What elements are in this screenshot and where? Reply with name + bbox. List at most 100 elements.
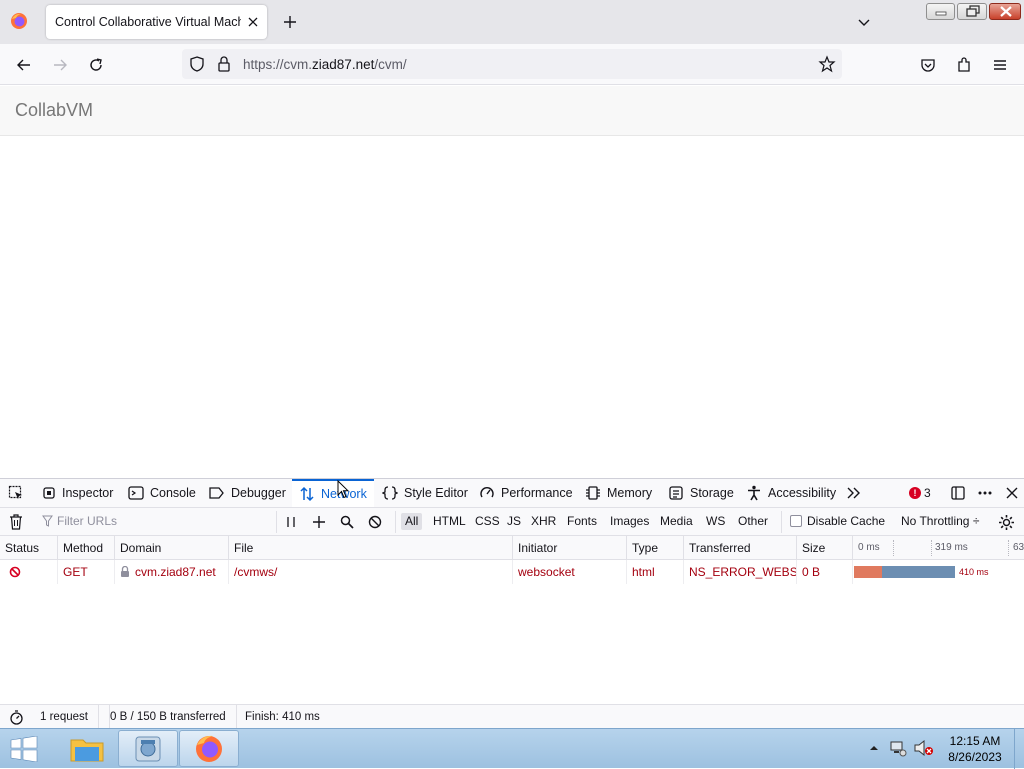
tab-console[interactable]: Console — [128, 479, 196, 507]
network-status-bar: 1 request 0 B / 150 B transferred Finish… — [0, 704, 1024, 729]
hamburger-menu-icon[interactable] — [991, 56, 1009, 74]
url-bar[interactable]: https://cvm.ziad87.net/cvm/ — [182, 49, 842, 79]
restore-window-button[interactable] — [957, 3, 987, 20]
request-table-header: Status Method Domain File Initiator Type… — [0, 536, 1024, 560]
filter-js-button[interactable]: JS — [503, 513, 525, 530]
page-navbar: CollabVM — [0, 86, 1024, 136]
devtools-panel: Inspector Console Debugger Network Style… — [0, 478, 1024, 729]
column-header-domain[interactable]: Domain — [115, 536, 229, 560]
forward-arrow-icon[interactable] — [51, 56, 69, 74]
column-header-method[interactable]: Method — [58, 536, 115, 560]
network-tray-icon[interactable] — [889, 739, 907, 757]
show-hidden-icons-icon[interactable] — [868, 743, 880, 753]
list-all-tabs-icon[interactable] — [856, 14, 872, 30]
column-header-file[interactable]: File — [229, 536, 513, 560]
error-count-badge[interactable]: ! 3 — [909, 486, 931, 500]
filter-images-button[interactable]: Images — [606, 513, 653, 530]
minimize-window-button[interactable] — [926, 3, 955, 20]
reload-icon[interactable] — [87, 56, 105, 74]
show-desktop-button[interactable] — [1014, 729, 1024, 769]
pocket-icon[interactable] — [919, 56, 937, 74]
column-header-status[interactable]: Status — [0, 536, 58, 560]
column-header-initiator[interactable]: Initiator — [513, 536, 627, 560]
request-size: 0 B — [797, 560, 853, 584]
dock-toggle-icon[interactable] — [950, 485, 966, 501]
tab-performance[interactable]: Performance — [479, 479, 573, 507]
extensions-icon[interactable] — [955, 56, 973, 74]
search-icon[interactable] — [340, 515, 354, 529]
taskbar-control-panel[interactable] — [118, 730, 178, 767]
timeline-gridline — [893, 540, 894, 556]
network-settings-gear-icon[interactable] — [998, 514, 1015, 531]
element-picker-icon[interactable] — [8, 485, 24, 501]
block-requests-icon[interactable] — [368, 515, 382, 529]
tracking-protection-shield-icon[interactable] — [188, 55, 206, 73]
performance-analysis-stopwatch-icon[interactable] — [9, 710, 24, 725]
filter-html-button[interactable]: HTML — [429, 513, 470, 530]
more-options-icon[interactable] — [977, 485, 993, 501]
bookmark-star-icon[interactable] — [818, 55, 836, 73]
tab-network[interactable]: Network — [292, 479, 374, 507]
taskbar-clock[interactable]: 12:15 AM 8/26/2023 — [940, 733, 1010, 765]
tab-close-icon[interactable] — [245, 14, 261, 30]
windows-taskbar: 12:15 AM 8/26/2023 — [0, 728, 1024, 769]
timeline-gridline — [1008, 540, 1009, 556]
filter-media-button[interactable]: Media — [656, 513, 697, 530]
volume-muted-icon[interactable] — [913, 739, 935, 757]
tab-memory[interactable]: Memory — [585, 479, 652, 507]
tab-memory-label: Memory — [607, 486, 653, 500]
filter-fonts-button[interactable]: Fonts — [563, 513, 601, 530]
filter-ws-button[interactable]: WS — [702, 513, 729, 530]
new-tab-icon[interactable] — [281, 13, 299, 31]
throttling-select[interactable]: No Throttling ÷ — [901, 514, 979, 528]
brand-title[interactable]: CollabVM — [15, 100, 93, 121]
filter-css-button[interactable]: CSS — [471, 513, 504, 530]
request-initiator[interactable]: websocket — [513, 560, 627, 584]
table-row[interactable]: GET cvm.ziad87.net /cvmws/ websocket htm… — [0, 560, 1024, 584]
request-timing: 410 ms — [959, 567, 989, 577]
memory-icon — [586, 486, 600, 500]
request-type: html — [627, 560, 684, 584]
close-devtools-icon[interactable] — [1004, 485, 1020, 501]
console-icon — [128, 486, 144, 500]
tab-storage-label: Storage — [690, 486, 734, 500]
devtools-tab-bar: Inspector Console Debugger Network Style… — [0, 479, 1024, 508]
close-window-button[interactable] — [989, 3, 1021, 20]
toolbar-divider — [395, 511, 396, 533]
tab-storage[interactable]: Storage — [668, 479, 734, 507]
request-domain-cell: cvm.ziad87.net — [115, 560, 229, 584]
tab-inspector[interactable]: Inspector — [42, 479, 113, 507]
timeline-tick: 63 — [1013, 542, 1024, 553]
filter-other-button[interactable]: Other — [734, 513, 772, 530]
checkbox-box[interactable] — [790, 515, 802, 527]
tab-style-editor[interactable]: Style Editor — [382, 479, 468, 507]
windows-start-icon[interactable] — [10, 736, 38, 762]
clear-trash-icon[interactable] — [9, 514, 23, 530]
pause-icon[interactable] — [284, 515, 298, 529]
column-header-transferred[interactable]: Transferred — [684, 536, 797, 560]
filter-all-button[interactable]: All — [401, 513, 423, 530]
url-path: /cvm/ — [374, 57, 407, 72]
column-header-type[interactable]: Type — [627, 536, 684, 560]
tab-title: Control Collaborative Virtual Machi — [55, 15, 241, 29]
taskbar-file-explorer[interactable] — [57, 730, 117, 767]
lock-icon[interactable] — [216, 55, 232, 73]
taskbar-firefox[interactable] — [179, 730, 239, 767]
url-text[interactable]: https://cvm.ziad87.net/cvm/ — [243, 57, 407, 72]
more-tools-chevron-icon[interactable] — [846, 486, 862, 500]
browser-tab[interactable]: Control Collaborative Virtual Machi — [46, 5, 267, 39]
tab-console-label: Console — [150, 486, 196, 500]
tab-accessibility[interactable]: Accessibility — [746, 479, 836, 507]
tab-debugger[interactable]: Debugger — [208, 479, 286, 507]
add-request-blocking-icon[interactable] — [312, 515, 326, 529]
disable-cache-checkbox[interactable]: Disable Cache — [790, 514, 885, 528]
filter-urls-input[interactable]: Filter URLs — [57, 514, 117, 528]
network-toolbar: Filter URLs All HTML CSS JS XHR Fonts Im… — [0, 508, 1024, 536]
toolbar-divider — [781, 511, 782, 533]
filter-xhr-button[interactable]: XHR — [527, 513, 560, 530]
back-arrow-icon[interactable] — [15, 56, 33, 74]
clock-time: 12:15 AM — [949, 734, 1001, 748]
navigation-toolbar: https://cvm.ziad87.net/cvm/ — [0, 44, 1024, 85]
column-header-size[interactable]: Size — [797, 536, 853, 560]
url-scheme: https://cvm. — [243, 57, 313, 72]
